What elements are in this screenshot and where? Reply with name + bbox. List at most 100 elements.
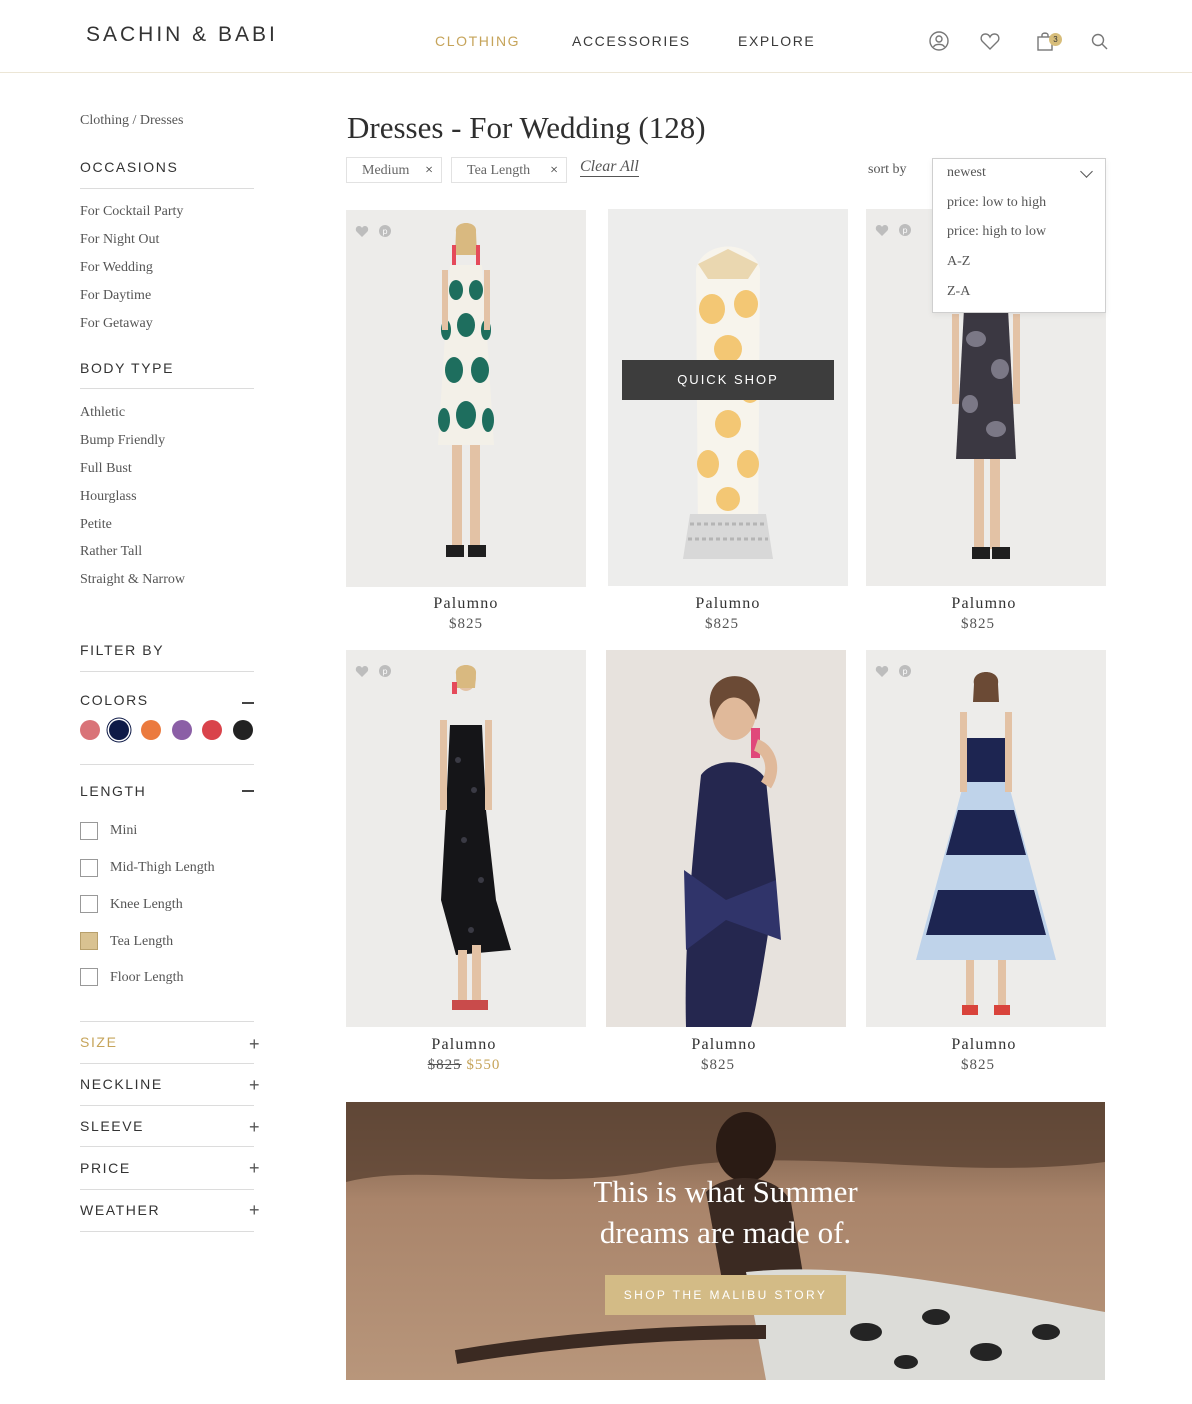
divider bbox=[80, 1146, 254, 1147]
colors-heading[interactable]: COLORS bbox=[80, 692, 149, 708]
color-swatch-orange[interactable] bbox=[141, 720, 161, 740]
body-type-athletic[interactable]: Athletic bbox=[80, 405, 125, 421]
remove-chip-icon[interactable]: × bbox=[550, 158, 558, 183]
length-mid-thigh-label[interactable]: Mid-Thigh Length bbox=[110, 860, 215, 876]
wishlist-heart-icon[interactable]: p bbox=[875, 223, 915, 237]
product-image[interactable] bbox=[866, 650, 1106, 1027]
nav-accessories[interactable]: ACCESSORIES bbox=[572, 33, 691, 49]
product-image[interactable] bbox=[346, 210, 586, 587]
product-price: $825 bbox=[705, 616, 739, 632]
product-name[interactable]: Palumno bbox=[864, 1036, 1104, 1054]
length-mini-checkbox[interactable] bbox=[80, 822, 98, 840]
product-price: $825 bbox=[961, 1057, 995, 1073]
filter-price[interactable]: PRICE bbox=[80, 1160, 131, 1176]
sort-dropdown[interactable]: newest price: low to high price: high to… bbox=[932, 158, 1106, 313]
occasion-daytime[interactable]: For Daytime bbox=[80, 288, 151, 304]
occasion-night-out[interactable]: For Night Out bbox=[80, 232, 159, 248]
clear-all-link[interactable]: Clear All bbox=[580, 158, 639, 177]
account-icon[interactable] bbox=[928, 30, 950, 52]
body-type-straight-narrow[interactable]: Straight & Narrow bbox=[80, 572, 185, 588]
body-type-hourglass[interactable]: Hourglass bbox=[80, 489, 137, 505]
wishlist-heart-icon[interactable]: p bbox=[875, 664, 915, 678]
shop-malibu-story-button[interactable]: SHOP THE MALIBU STORY bbox=[605, 1275, 846, 1315]
product-card[interactable]: p bbox=[346, 650, 586, 1027]
product-name[interactable]: Palumno bbox=[604, 1036, 844, 1054]
filter-weather[interactable]: WEATHER bbox=[80, 1202, 160, 1218]
product-card[interactable] bbox=[606, 650, 846, 1027]
color-swatch-black[interactable] bbox=[233, 720, 253, 740]
remove-chip-icon[interactable]: × bbox=[425, 158, 433, 183]
length-heading[interactable]: LENGTH bbox=[80, 783, 146, 799]
length-knee-label[interactable]: Knee Length bbox=[110, 897, 183, 913]
svg-text:p: p bbox=[382, 667, 387, 676]
length-knee-checkbox[interactable] bbox=[80, 895, 98, 913]
collapse-length-icon[interactable] bbox=[242, 790, 254, 792]
length-tea-label[interactable]: Tea Length bbox=[110, 934, 173, 950]
breadcrumb[interactable]: Clothing / Dresses bbox=[80, 113, 183, 129]
product-name[interactable]: Palumno bbox=[346, 595, 586, 613]
brand-logo[interactable]: SACHIN & BABI bbox=[86, 23, 278, 47]
svg-text:p: p bbox=[902, 667, 907, 676]
length-floor-label[interactable]: Floor Length bbox=[110, 970, 184, 986]
banner-headline-line1: This is what Summer bbox=[593, 1174, 858, 1209]
length-mid-thigh-checkbox[interactable] bbox=[80, 859, 98, 877]
body-type-full-bust[interactable]: Full Bust bbox=[80, 461, 132, 477]
product-image[interactable] bbox=[346, 650, 586, 1027]
quick-shop-button[interactable]: QUICK SHOP bbox=[622, 360, 834, 400]
occasion-cocktail-party[interactable]: For Cocktail Party bbox=[80, 204, 183, 220]
chevron-down-icon[interactable] bbox=[1080, 165, 1093, 178]
product-name[interactable]: Palumno bbox=[864, 595, 1104, 613]
divider bbox=[80, 1189, 254, 1190]
color-swatch-navy[interactable] bbox=[109, 720, 129, 740]
filter-sleeve[interactable]: SLEEVE bbox=[80, 1118, 144, 1134]
filter-chip-tea-length[interactable]: Tea Length × bbox=[451, 157, 567, 183]
occasions-heading: OCCASIONS bbox=[80, 159, 179, 175]
nav-clothing[interactable]: CLOTHING bbox=[435, 33, 520, 49]
expand-neckline-icon[interactable]: + bbox=[249, 1076, 260, 1094]
sort-option-price-low-high[interactable]: price: low to high bbox=[947, 195, 1046, 211]
length-floor-checkbox[interactable] bbox=[80, 968, 98, 986]
sort-option-price-high-low[interactable]: price: high to low bbox=[947, 224, 1046, 240]
sort-option-z-a[interactable]: Z-A bbox=[947, 284, 970, 300]
filter-size[interactable]: SIZE bbox=[80, 1034, 118, 1050]
wishlist-heart-icon[interactable]: p bbox=[355, 224, 395, 238]
original-price: $825 bbox=[427, 1057, 462, 1073]
product-card[interactable]: p bbox=[866, 650, 1106, 1027]
product-name[interactable]: Palumno bbox=[608, 595, 848, 613]
filter-chip-medium[interactable]: Medium × bbox=[346, 157, 442, 183]
filter-neckline[interactable]: NECKLINE bbox=[80, 1076, 163, 1092]
body-type-bump-friendly[interactable]: Bump Friendly bbox=[80, 433, 165, 449]
color-swatch-pink[interactable] bbox=[80, 720, 100, 740]
sort-option-a-z[interactable]: A-Z bbox=[947, 254, 970, 270]
body-type-petite[interactable]: Petite bbox=[80, 517, 112, 533]
color-swatch-purple[interactable] bbox=[172, 720, 192, 740]
occasion-getaway[interactable]: For Getaway bbox=[80, 316, 153, 332]
cart-count-badge: 3 bbox=[1049, 33, 1062, 46]
body-type-rather-tall[interactable]: Rather Tall bbox=[80, 544, 142, 560]
expand-price-icon[interactable]: + bbox=[249, 1159, 260, 1177]
divider bbox=[80, 1063, 254, 1064]
length-mini-label[interactable]: Mini bbox=[110, 823, 137, 839]
product-image[interactable] bbox=[606, 650, 846, 1027]
product-price: $825 bbox=[701, 1057, 735, 1073]
color-swatch-red[interactable] bbox=[202, 720, 222, 740]
sort-option-newest[interactable]: newest bbox=[947, 165, 986, 181]
occasion-wedding[interactable]: For Wedding bbox=[80, 260, 153, 276]
svg-text:p: p bbox=[382, 227, 387, 236]
divider bbox=[80, 1021, 254, 1022]
expand-size-icon[interactable]: + bbox=[249, 1035, 260, 1053]
collapse-colors-icon[interactable] bbox=[242, 702, 254, 704]
wishlist-heart-icon[interactable]: p bbox=[355, 664, 395, 678]
expand-sleeve-icon[interactable]: + bbox=[249, 1118, 260, 1136]
product-card[interactable]: p bbox=[346, 210, 586, 587]
sale-price: $550 bbox=[466, 1057, 501, 1073]
length-tea-checkbox[interactable] bbox=[80, 932, 98, 950]
product-price-group: $825 $550 bbox=[344, 1057, 584, 1074]
search-icon[interactable] bbox=[1089, 31, 1111, 53]
product-name[interactable]: Palumno bbox=[344, 1036, 584, 1054]
svg-text:p: p bbox=[902, 226, 907, 235]
wishlist-heart-icon[interactable] bbox=[979, 30, 1001, 52]
expand-weather-icon[interactable]: + bbox=[249, 1201, 260, 1219]
divider bbox=[80, 1231, 254, 1232]
nav-explore[interactable]: EXPLORE bbox=[738, 33, 815, 49]
